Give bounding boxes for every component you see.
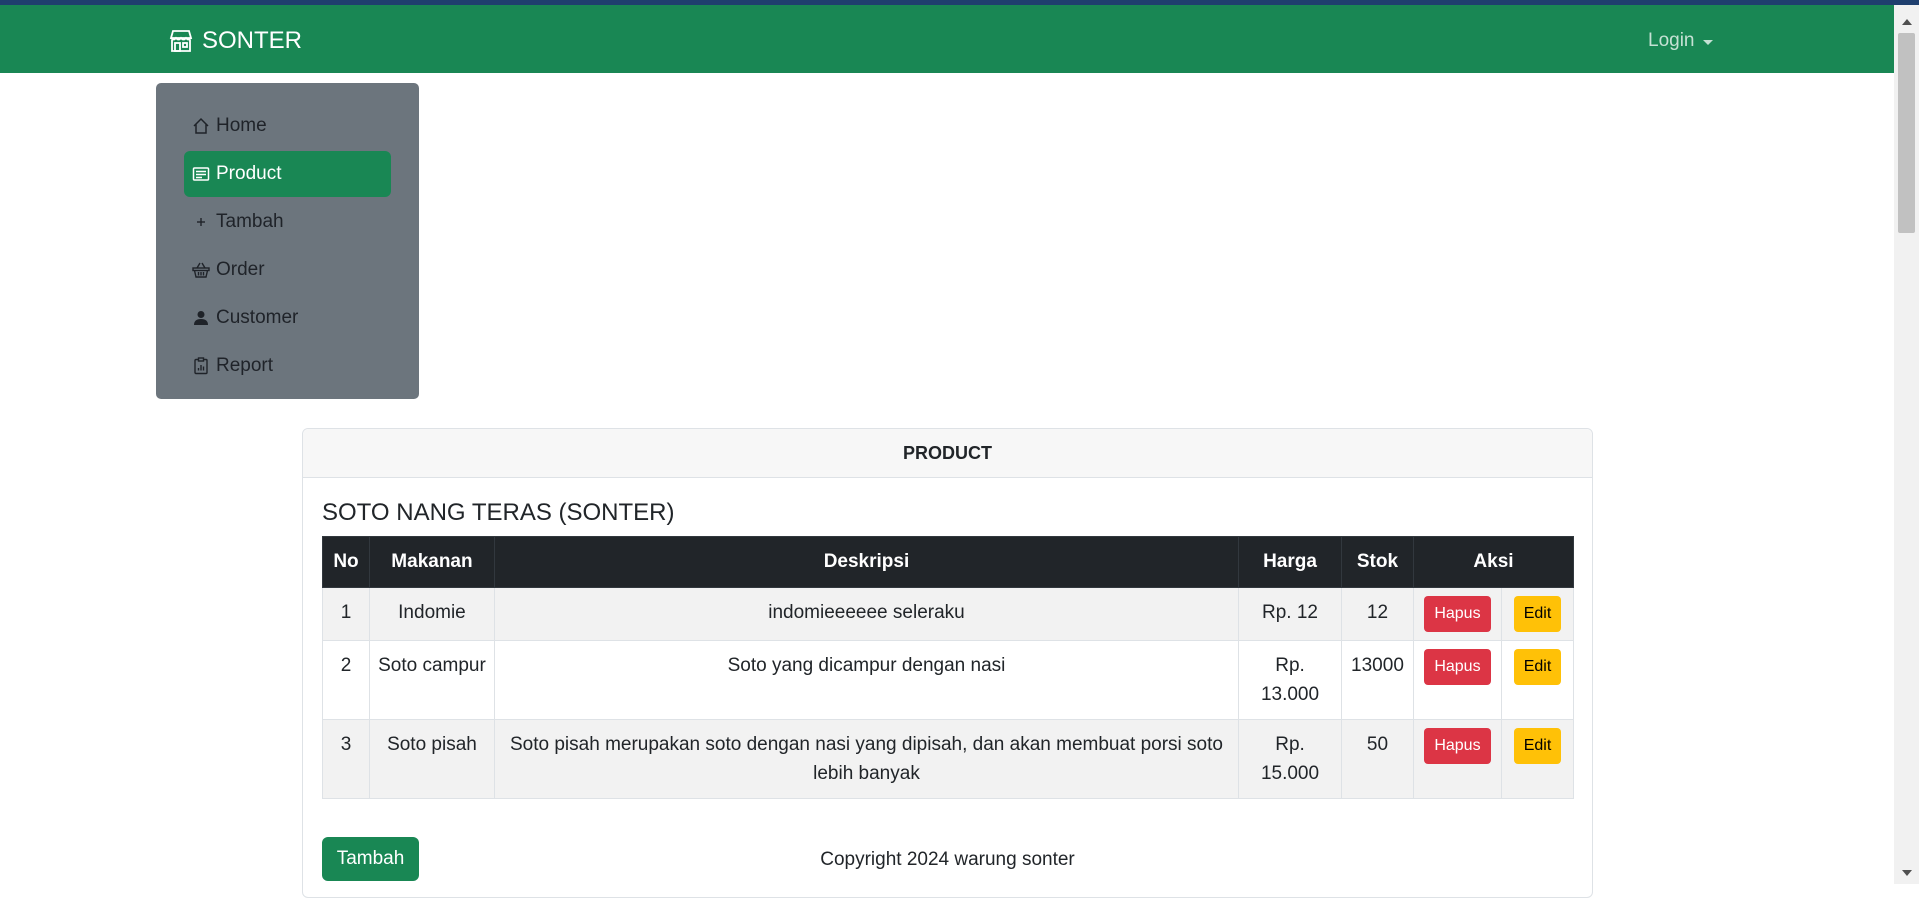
edit-button[interactable]: Edit [1513, 596, 1562, 632]
scroll-thumb[interactable] [1898, 33, 1915, 233]
table-header-row: No Makanan Deskripsi Harga Stok Aksi [322, 536, 1575, 588]
sidebar-item-product[interactable]: Product [184, 151, 391, 197]
brand-label: SONTER [202, 27, 303, 54]
clipboard-data-icon [192, 357, 210, 375]
cell-harga: Rp. 12 [1238, 587, 1342, 641]
delete-button[interactable]: Hapus [1424, 649, 1491, 685]
product-list-icon [192, 165, 210, 183]
copyright-text: Copyright 2024 warung sonter [820, 849, 1075, 870]
plus-icon [192, 213, 210, 231]
column-header-stok: Stok [1340, 536, 1414, 588]
cell-stok: 13000 [1340, 640, 1414, 720]
sidebar-item-order[interactable]: Order [184, 247, 391, 293]
sidebar-item-label: Tambah [216, 211, 284, 232]
basket-icon [192, 261, 210, 279]
navbar: SONTER Login [0, 5, 1894, 73]
person-icon [192, 309, 210, 327]
cell-makanan: Soto campur [368, 640, 495, 720]
cell-no: 3 [322, 719, 370, 799]
login-dropdown[interactable]: Login [1648, 30, 1713, 52]
sidebar-item-label: Home [216, 115, 267, 136]
cell-harga: Rp. 13.000 [1238, 640, 1342, 720]
cell-deskripsi: indomieeeeee seleraku [493, 587, 1240, 641]
scrollbar[interactable] [1894, 5, 1919, 884]
house-icon [192, 117, 210, 135]
shop-icon [168, 29, 194, 53]
cell-edit: Edit [1500, 719, 1575, 799]
cell-edit: Edit [1500, 640, 1575, 720]
cell-stok: 50 [1340, 719, 1414, 799]
sidebar-item-label: Customer [216, 307, 299, 328]
add-product-button[interactable]: Tambah [322, 837, 419, 881]
sidebar-item-report[interactable]: Report [184, 343, 391, 389]
caret-down-icon [1702, 39, 1713, 45]
scroll-down-arrow-icon[interactable] [1894, 866, 1919, 880]
column-header-harga: Harga [1238, 536, 1342, 588]
cell-deskripsi: Soto pisah merupakan soto dengan nasi ya… [493, 719, 1240, 799]
brand[interactable]: SONTER [168, 27, 302, 55]
cell-stok: 12 [1340, 587, 1414, 641]
scroll-up-arrow-icon[interactable] [1894, 15, 1919, 29]
product-card: PRODUCT SOTO NANG TERAS (SONTER) No Maka… [302, 428, 1593, 898]
table-row: 1 Indomie indomieeeeee seleraku Rp. 12 1… [322, 587, 1575, 641]
column-header-aksi: Aksi [1412, 536, 1575, 588]
cell-delete: Hapus [1412, 640, 1502, 720]
sidebar-item-home[interactable]: Home [184, 103, 391, 149]
edit-button[interactable]: Edit [1513, 649, 1562, 685]
sidebar-item-customer[interactable]: Customer [184, 295, 391, 341]
sidebar-item-tambah[interactable]: Tambah [184, 199, 391, 245]
sidebar-item-label: Product [216, 163, 282, 184]
login-label: Login [1648, 30, 1695, 51]
cell-no: 2 [322, 640, 370, 720]
table-row: 3 Soto pisah Soto pisah merupakan soto d… [322, 719, 1575, 799]
cell-edit: Edit [1500, 587, 1575, 641]
delete-button[interactable]: Hapus [1424, 596, 1491, 632]
product-table: No Makanan Deskripsi Harga Stok Aksi 1 I… [322, 536, 1575, 799]
cell-harga: Rp. 15.000 [1238, 719, 1342, 799]
column-header-makanan: Makanan [368, 536, 495, 588]
table-row: 2 Soto campur Soto yang dicampur dengan … [322, 640, 1575, 720]
sidebar-item-label: Report [216, 355, 274, 376]
delete-button[interactable]: Hapus [1424, 728, 1491, 764]
cell-deskripsi: Soto yang dicampur dengan nasi [493, 640, 1240, 720]
cell-makanan: Indomie [368, 587, 495, 641]
sidebar: Home Product Tambah Order Customer Repor… [156, 83, 419, 399]
shop-title: SOTO NANG TERAS (SONTER) [322, 499, 675, 526]
cell-delete: Hapus [1412, 587, 1502, 641]
sidebar-item-label: Order [216, 259, 265, 280]
card-header: PRODUCT [303, 429, 1592, 478]
column-header-no: No [322, 536, 370, 588]
cell-makanan: Soto pisah [368, 719, 495, 799]
cell-delete: Hapus [1412, 719, 1502, 799]
column-header-deskripsi: Deskripsi [493, 536, 1240, 588]
cell-no: 1 [322, 587, 370, 641]
edit-button[interactable]: Edit [1513, 728, 1562, 764]
